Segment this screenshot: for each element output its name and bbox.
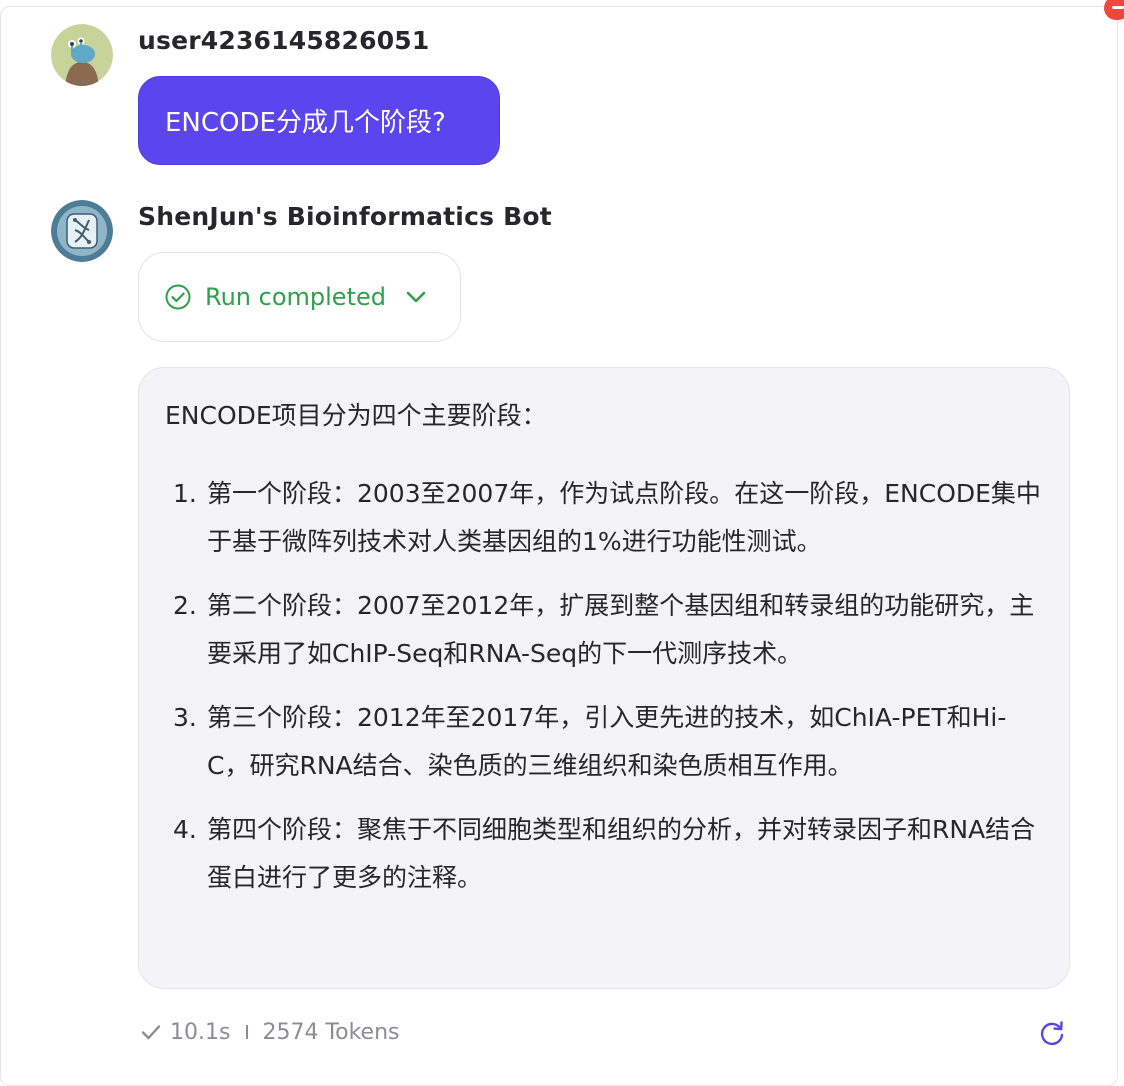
user-avatar — [51, 24, 113, 86]
list-item-number: 2. — [173, 591, 197, 620]
checkmark-icon — [140, 1021, 162, 1043]
answer-intro: ENCODE项目分为四个主要阶段： — [165, 401, 547, 430]
check-circle-icon — [165, 284, 191, 310]
username: user4236145826051 — [138, 26, 430, 55]
list-item-text: 第一个阶段：2003至2007年，作为试点阶段。在这一阶段，ENCODE集中于基… — [207, 479, 1041, 556]
list-item-text: 第三个阶段：2012年至2017年，引入更先进的技术，如ChIA-PET和Hi-… — [207, 703, 1007, 780]
bot-name: ShenJun's Bioinformatics Bot — [138, 202, 552, 231]
refresh-icon[interactable] — [1038, 1019, 1066, 1047]
chevron-down-icon[interactable] — [404, 285, 428, 309]
answer-list: 1. 第一个阶段：2003至2007年，作为试点阶段。在这一阶段，ENCODE集… — [165, 470, 1041, 902]
user-message-bubble: ENCODE分成几个阶段? — [138, 76, 500, 165]
bot-answer-card: ENCODE项目分为四个主要阶段： 1. 第一个阶段：2003至2007年，作为… — [138, 367, 1070, 989]
list-item-number: 4. — [173, 815, 197, 844]
list-item: 2. 第二个阶段：2007至2012年，扩展到整个基因组和转录组的功能研究，主要… — [165, 582, 1039, 678]
bot-avatar — [51, 200, 113, 262]
list-item-text: 第二个阶段：2007至2012年，扩展到整个基因组和转录组的功能研究，主要采用了… — [207, 591, 1035, 668]
token-count: 2574 Tokens — [262, 1019, 400, 1045]
user-message-text: ENCODE分成几个阶段? — [165, 108, 446, 138]
run-status-toggle[interactable]: Run completed — [138, 252, 461, 342]
run-status-label: Run completed — [205, 283, 386, 311]
list-item-number: 1. — [173, 479, 197, 508]
list-item: 1. 第一个阶段：2003至2007年，作为试点阶段。在这一阶段，ENCODE集… — [165, 470, 1041, 566]
stats-divider — [246, 1025, 249, 1039]
duration-text: 10.1s — [170, 1019, 231, 1045]
list-item: 3. 第三个阶段：2012年至2017年，引入更先进的技术，如ChIA-PET和… — [165, 694, 1039, 790]
list-item: 4. 第四个阶段：聚焦于不同细胞类型和组织的分析，并对转录因子和RNA结合蛋白进… — [165, 806, 1039, 902]
message-stats: 10.1s 2574 Tokens — [140, 1014, 400, 1050]
list-item-text: 第四个阶段：聚焦于不同细胞类型和组织的分析，并对转录因子和RNA结合蛋白进行了更… — [207, 815, 1036, 892]
list-item-number: 3. — [173, 703, 197, 732]
